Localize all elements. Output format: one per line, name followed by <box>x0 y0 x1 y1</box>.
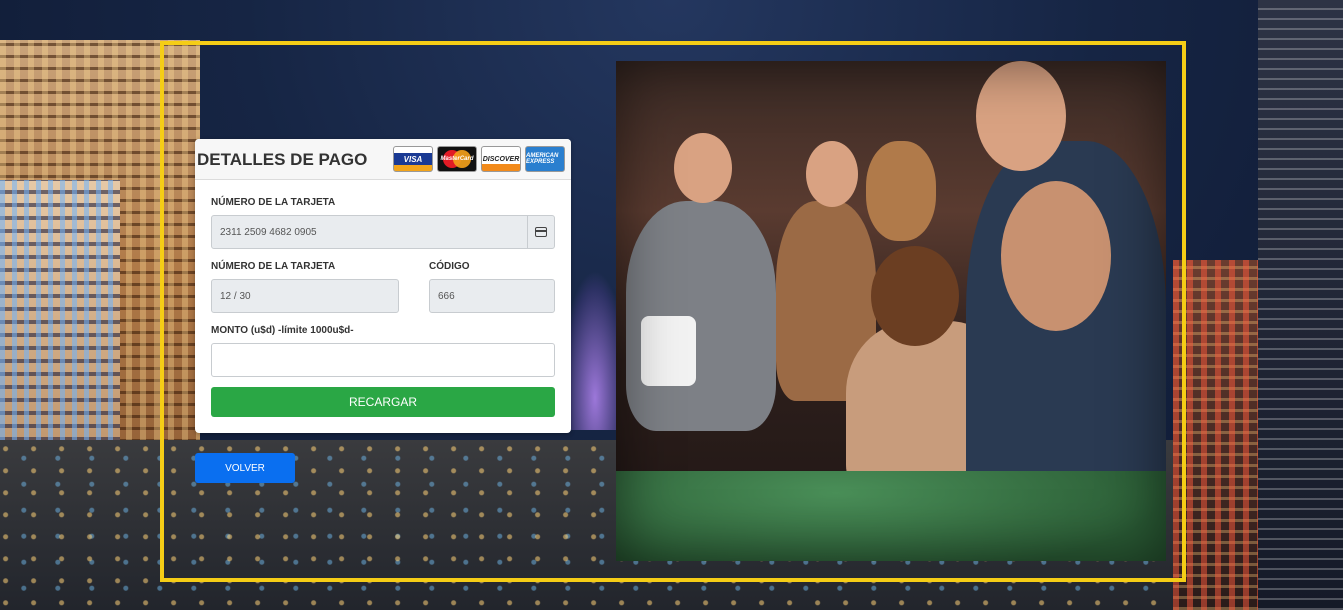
expiry-field[interactable]: 12 / 30 <box>211 279 399 313</box>
card-logos: VISA MasterCard DISCOVER AMERICAN EXPRES… <box>393 146 565 172</box>
card-number-field[interactable]: 2311 2509 4682 0905 <box>211 215 528 249</box>
amex-logo-icon: AMERICAN EXPRESS <box>525 146 565 172</box>
amount-input[interactable] <box>211 343 555 377</box>
code-field[interactable]: 666 <box>429 279 555 313</box>
casino-photo <box>616 61 1166 561</box>
credit-card-icon <box>535 227 547 237</box>
back-button[interactable]: VOLVER <box>195 453 295 483</box>
tower-right <box>1258 0 1343 610</box>
discover-logo-icon: DISCOVER <box>481 146 521 172</box>
mastercard-logo-icon: MasterCard <box>437 146 477 172</box>
expiry-label: NÚMERO DE LA TARJETA <box>211 261 336 272</box>
code-label: CÓDIGO <box>429 261 470 272</box>
page-title: DETALLES DE PAGO <box>197 150 368 169</box>
payment-card-header: DETALLES DE PAGO VISA MasterCard DISCOVE… <box>195 139 571 180</box>
card-number-addon <box>527 215 555 249</box>
amount-label: MONTO (u$d) -límite 1000u$d- <box>211 325 354 336</box>
visa-logo-icon: VISA <box>393 146 433 172</box>
card-number-label: NÚMERO DE LA TARJETA <box>211 197 336 208</box>
recharge-button[interactable]: RECARGAR <box>211 387 555 417</box>
